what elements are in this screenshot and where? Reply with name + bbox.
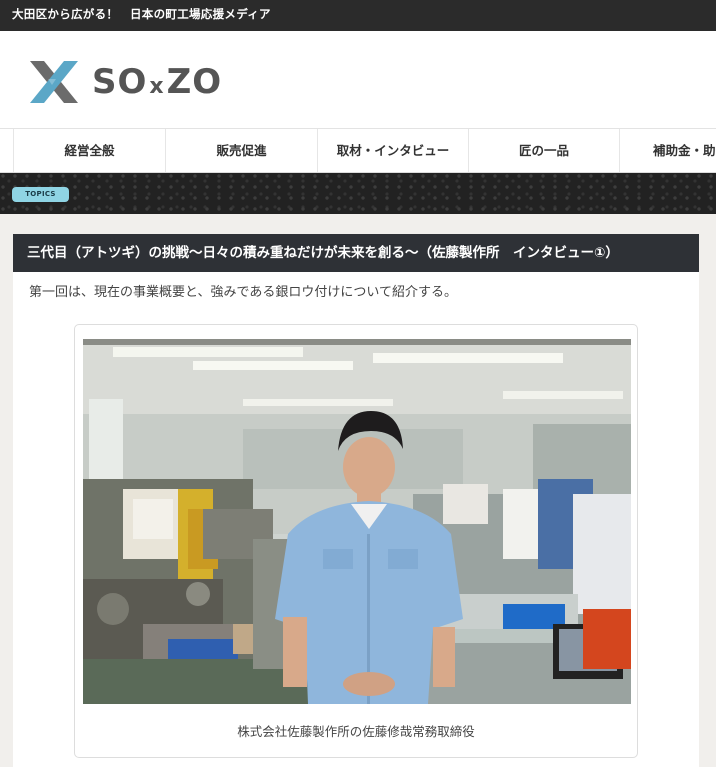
article: 三代目（アトツギ）の挑戦〜日々の積み重ねだけが未来を創る〜（佐藤製作所 インタビ… (13, 234, 699, 767)
site-header: SO x ZO (0, 31, 716, 128)
nav-item-management[interactable]: 経営全般 (13, 129, 165, 172)
site-tagline: 大田区から広がる！ 日本の町工場応援メディア (12, 7, 271, 21)
logo-wordmark: SO x ZO (92, 62, 222, 102)
main-nav: 経営全般 販売促進 取材・インタビュー 匠の一品 補助金・助 (0, 128, 716, 173)
article-lead: 第一回は、現在の事業概要と、強みである銀ロウ付けについて紹介する。 (29, 285, 457, 300)
article-photo (83, 339, 631, 704)
article-title: 三代目（アトツギ）の挑戦〜日々の積み重ねだけが未来を創る〜（佐藤製作所 インタビ… (13, 234, 699, 272)
logo-x-icon (30, 61, 78, 103)
nav-item-sales-promotion[interactable]: 販売促進 (165, 129, 317, 172)
logo-text-x: x (149, 74, 165, 99)
topics-band: TOPICS (0, 173, 716, 214)
factory-photo-illustration (83, 339, 631, 704)
nav-item-interview[interactable]: 取材・インタビュー (317, 129, 468, 172)
figure-caption: 株式会社佐藤製作所の佐藤修哉常務取締役 (237, 724, 475, 739)
logo-text-right: ZO (166, 62, 223, 102)
article-figure: 株式会社佐藤製作所の佐藤修哉常務取締役 (74, 324, 638, 758)
nav-item-craft[interactable]: 匠の一品 (468, 129, 619, 172)
site-logo[interactable]: SO x ZO (26, 58, 222, 106)
topics-badge[interactable]: TOPICS (12, 187, 69, 202)
top-banner: 大田区から広がる！ 日本の町工場応援メディア (0, 0, 716, 31)
nav-item-subsidy[interactable]: 補助金・助 (619, 129, 716, 172)
logo-text-left: SO (92, 62, 148, 102)
